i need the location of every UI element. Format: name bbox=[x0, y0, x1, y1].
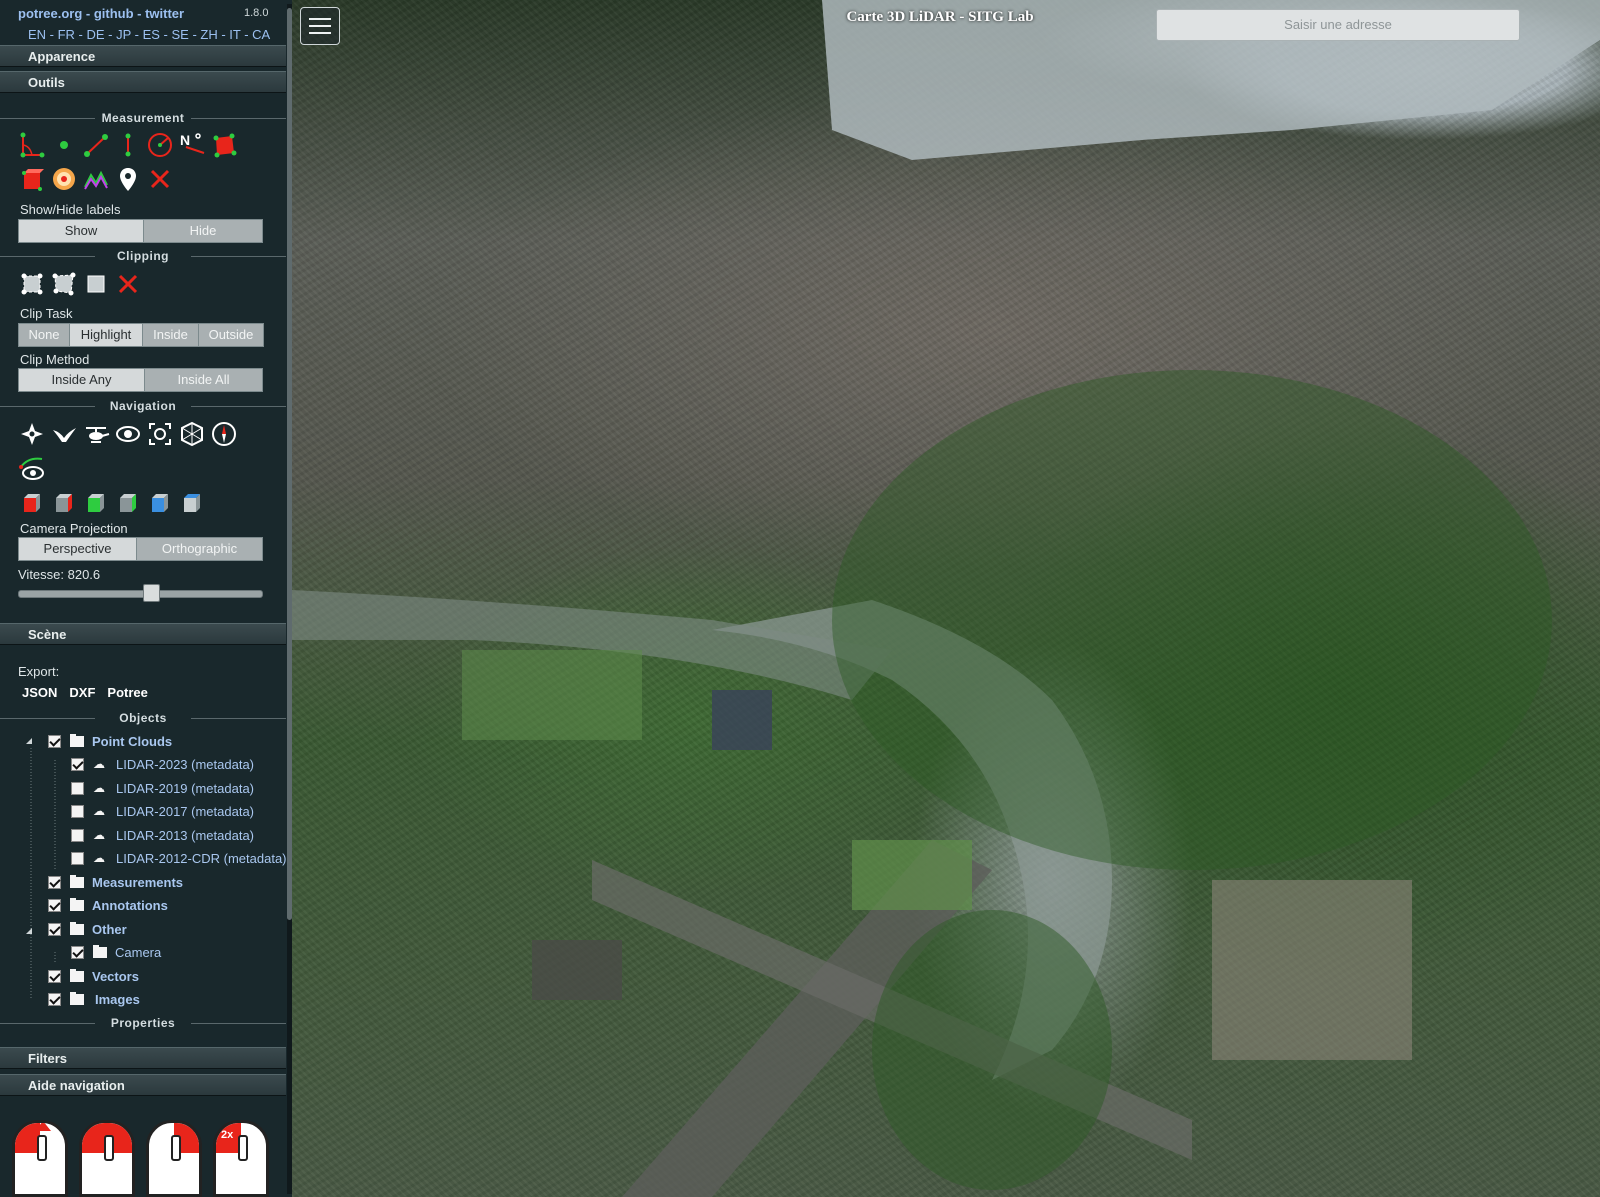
mouse-right-drag-icon bbox=[79, 1120, 135, 1197]
checkbox[interactable] bbox=[71, 945, 84, 959]
mouse-double-click-icon: 2x bbox=[213, 1120, 269, 1197]
mouse-left-drag-icon bbox=[12, 1120, 68, 1197]
mouse-middle-drag-icon bbox=[146, 1120, 202, 1197]
version-label: 1.8.0 bbox=[244, 7, 269, 19]
accordion-aide-navigation[interactable]: Aide navigation bbox=[0, 1074, 286, 1096]
cloud-icon: ☁ bbox=[93, 781, 105, 795]
tree-item-measurements[interactable]: Measurements bbox=[48, 871, 183, 893]
tree-item-annotations[interactable]: Annotations bbox=[48, 894, 168, 916]
cube-view-icon[interactable] bbox=[178, 420, 206, 448]
tree-item-images[interactable]: Images bbox=[48, 988, 140, 1010]
tree-label: LIDAR-2019 (metadata) bbox=[116, 780, 255, 796]
accordion-label: Aide navigation bbox=[28, 1078, 125, 1093]
checkbox[interactable] bbox=[71, 781, 84, 795]
compass-icon[interactable] bbox=[210, 420, 238, 448]
hide-labels-button[interactable]: Hide bbox=[144, 220, 262, 242]
checkbox[interactable] bbox=[48, 898, 61, 912]
point-cloud-scene bbox=[292, 0, 1600, 1197]
azimuth-icon[interactable]: N bbox=[178, 131, 206, 159]
area-icon[interactable] bbox=[210, 131, 238, 159]
folder-icon bbox=[70, 921, 84, 935]
tree-item-lidar-2013[interactable]: ☁ LIDAR-2013 (metadata) bbox=[71, 824, 254, 846]
tree-item-vectors[interactable]: Vectors bbox=[48, 965, 139, 987]
focus-icon[interactable] bbox=[146, 420, 174, 448]
checkbox[interactable] bbox=[48, 875, 61, 889]
checkbox[interactable] bbox=[48, 734, 61, 748]
cloud-icon: ☁ bbox=[93, 757, 105, 771]
clip-task-outside-button[interactable]: Outside bbox=[199, 324, 263, 346]
tree-label: LIDAR-2017 (metadata) bbox=[116, 803, 255, 819]
checkbox[interactable] bbox=[71, 828, 84, 842]
folder-icon bbox=[70, 733, 84, 747]
address-search-input[interactable]: Saisir une adresse bbox=[1156, 9, 1520, 41]
checkbox[interactable] bbox=[71, 804, 84, 818]
orbit-controls-icon[interactable] bbox=[114, 420, 142, 448]
svg-text:N: N bbox=[180, 132, 190, 148]
export-potree-link[interactable]: Potree bbox=[107, 685, 147, 700]
tree-label: Point Clouds bbox=[92, 733, 173, 749]
folder-icon bbox=[70, 991, 84, 1005]
folder-icon bbox=[70, 968, 84, 982]
checkbox[interactable] bbox=[48, 969, 61, 983]
tree-item-lidar-2017[interactable]: ☁ LIDAR-2017 (metadata) bbox=[71, 800, 254, 822]
tree-label: Other bbox=[92, 921, 127, 937]
checkbox[interactable] bbox=[48, 992, 61, 1006]
tree-item-lidar-2019[interactable]: ☁ LIDAR-2019 (metadata) bbox=[71, 777, 254, 799]
folder-icon bbox=[93, 944, 107, 958]
tree-label: Vectors bbox=[92, 968, 139, 984]
double-click-label: 2x bbox=[221, 1129, 234, 1141]
remove-clip-icon[interactable] bbox=[114, 270, 142, 298]
circle-icon[interactable] bbox=[146, 131, 174, 159]
tree-label: LIDAR-2013 (metadata) bbox=[116, 827, 255, 843]
bottom-view-icon[interactable] bbox=[178, 489, 206, 517]
properties-title: Properties bbox=[0, 1016, 286, 1030]
cloud-icon: ☁ bbox=[93, 828, 105, 842]
top-view-icon[interactable] bbox=[146, 489, 174, 517]
accordion-label: Filters bbox=[28, 1051, 68, 1066]
tree-label: Measurements bbox=[92, 874, 184, 890]
tree-label: LIDAR-2023 (metadata) bbox=[116, 756, 255, 772]
cloud-icon: ☁ bbox=[93, 851, 105, 865]
checkbox[interactable] bbox=[71, 851, 84, 865]
remove-all-icon[interactable] bbox=[146, 165, 174, 193]
tree-item-point-clouds[interactable]: Point Clouds bbox=[48, 730, 172, 752]
cloud-icon: ☁ bbox=[93, 804, 105, 818]
checkbox[interactable] bbox=[48, 922, 61, 936]
clip-task-inside-button[interactable]: Inside bbox=[143, 324, 199, 346]
tree-label: LIDAR-2012-CDR (metadata) bbox=[116, 850, 287, 866]
tree-item-lidar-2023[interactable]: ☁ LIDAR-2023 (metadata) bbox=[71, 753, 254, 775]
sidebar: potree.org - github - twitter 1.8.0 EN -… bbox=[0, 0, 292, 1197]
annotation-icon[interactable] bbox=[114, 165, 142, 193]
menu-toggle-button[interactable] bbox=[300, 7, 340, 45]
tree-item-lidar-2012[interactable]: ☁ LIDAR-2012-CDR (metadata) bbox=[71, 847, 287, 869]
clip-inside-all-button[interactable]: Inside All bbox=[145, 369, 262, 391]
accordion-filters[interactable]: Filters bbox=[0, 1047, 286, 1069]
checkbox[interactable] bbox=[71, 757, 84, 771]
back-view-icon[interactable] bbox=[114, 489, 142, 517]
viewer-title: Carte 3D LiDAR - SITG Lab bbox=[846, 9, 1034, 25]
tree-item-other[interactable]: Other bbox=[48, 918, 127, 940]
height-icon[interactable] bbox=[114, 131, 142, 159]
tree-label: Annotations bbox=[92, 897, 168, 913]
orthographic-button[interactable]: Orthographic bbox=[137, 538, 262, 560]
tree-item-camera[interactable]: Camera bbox=[71, 941, 161, 963]
folder-icon bbox=[70, 897, 84, 911]
tree-label: Camera bbox=[115, 944, 162, 960]
folder-icon bbox=[70, 874, 84, 888]
tree-label: Images bbox=[95, 991, 140, 1007]
speed-slider-thumb[interactable] bbox=[143, 584, 161, 602]
point-cloud-viewer[interactable] bbox=[292, 0, 1600, 1197]
